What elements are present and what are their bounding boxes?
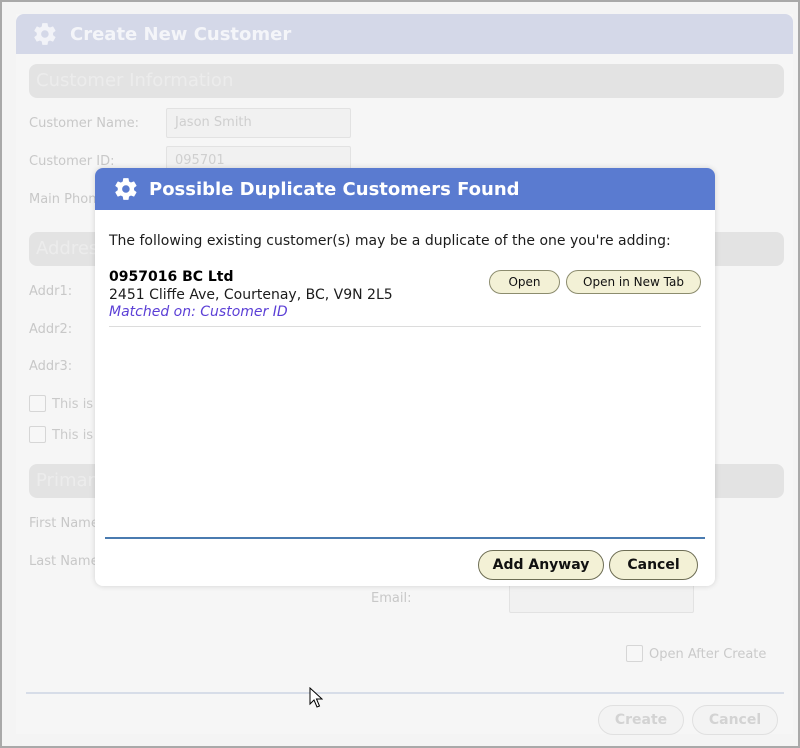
open-customer-button[interactable]: Open <box>489 270 560 294</box>
email-label: Email: <box>371 591 412 606</box>
addr1-label: Addr1: <box>29 284 73 299</box>
address-checkbox-1-label: This is <box>52 397 94 412</box>
dialog-intro-text: The following existing customer(s) may b… <box>109 233 671 249</box>
section-customer-information: Customer Information <box>29 64 784 98</box>
duplicate-customer-name: 0957016 BC Ltd <box>109 269 234 285</box>
dialog-header: Possible Duplicate Customers Found <box>95 168 715 210</box>
mouse-cursor-icon <box>309 687 323 708</box>
addr2-label: Addr2: <box>29 322 73 337</box>
open-after-create-label: Open After Create <box>649 647 767 662</box>
match-separator <box>109 326 701 327</box>
last-name-label: Last Name <box>29 554 99 569</box>
duplicate-customers-dialog: Possible Duplicate Customers Found The f… <box>95 168 715 586</box>
customer-id-label: Customer ID: <box>29 154 115 169</box>
duplicate-customer-address: 2451 Cliffe Ave, Courtenay, BC, V9N 2L5 <box>109 287 393 303</box>
customer-name-input[interactable]: Jason Smith <box>166 108 351 138</box>
open-in-new-tab-button[interactable]: Open in New Tab <box>566 270 701 294</box>
email-input[interactable] <box>509 583 694 613</box>
background-cancel-button[interactable]: Cancel <box>692 705 778 735</box>
customer-name-label: Customer Name: <box>29 116 140 131</box>
create-button[interactable]: Create <box>598 705 684 735</box>
footer-divider <box>26 692 784 694</box>
first-name-label: First Name <box>29 516 99 531</box>
address-checkbox-2-label: This is <box>52 428 94 443</box>
dialog-footer-rule <box>105 537 705 539</box>
addr3-label: Addr3: <box>29 359 73 374</box>
open-after-create-checkbox[interactable] <box>626 645 643 662</box>
address-checkbox-2[interactable] <box>29 426 46 443</box>
address-checkbox-1[interactable] <box>29 395 46 412</box>
add-anyway-button[interactable]: Add Anyway <box>478 550 604 580</box>
gear-icon <box>34 23 56 45</box>
create-customer-title: Create New Customer <box>70 23 292 45</box>
main-phone-label: Main Phon <box>29 192 97 207</box>
dialog-cancel-button[interactable]: Cancel <box>609 550 698 580</box>
create-customer-titlebar: Create New Customer <box>16 14 793 54</box>
dialog-title: Possible Duplicate Customers Found <box>149 178 520 200</box>
gear-icon <box>115 178 137 200</box>
duplicate-match-reason: Matched on: Customer ID <box>109 304 288 320</box>
